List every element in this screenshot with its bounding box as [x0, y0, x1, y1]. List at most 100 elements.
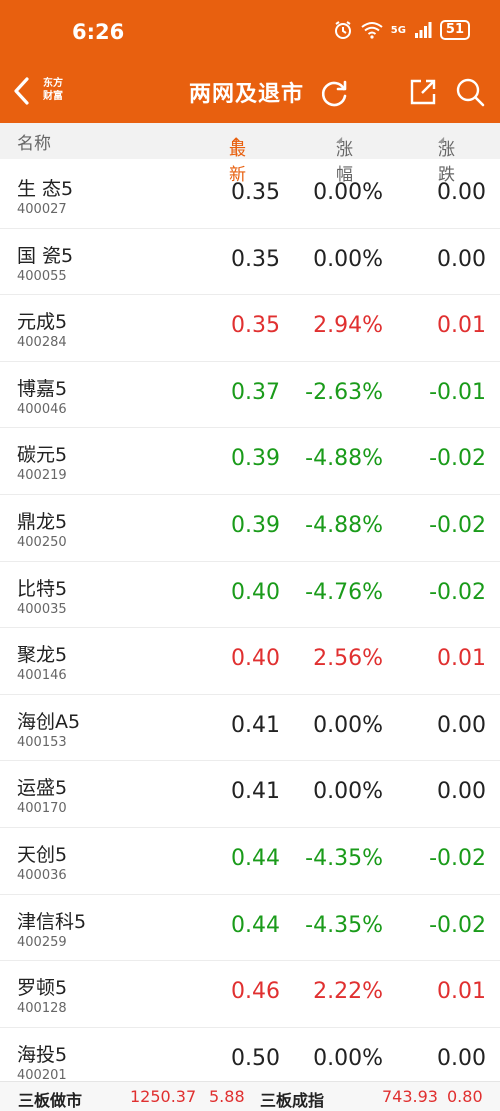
stock-code: 400027: [17, 202, 67, 217]
stock-row[interactable]: 元成5 400284 0.35 2.94% 0.01: [0, 295, 500, 362]
stock-name: 天创5: [17, 843, 68, 866]
stock-price: 0.39: [231, 512, 280, 538]
stock-row[interactable]: 鼎龙5 400250 0.39 -4.88% -0.02: [0, 495, 500, 562]
stock-change: 0.00: [437, 779, 486, 805]
stock-name: 罗顿5: [17, 977, 68, 1000]
stock-price: 0.50: [231, 1045, 280, 1071]
stock-change-percent: 0.00%: [313, 246, 383, 272]
sort-triangle-icon: ◢: [438, 135, 445, 144]
stock-price: 0.46: [231, 979, 280, 1005]
stock-row[interactable]: 海创A5 400153 0.41 0.00% 0.00: [0, 695, 500, 762]
stock-change: -0.02: [429, 912, 486, 938]
stock-row[interactable]: 罗顿5 400128 0.46 2.22% 0.01: [0, 961, 500, 1028]
stock-row[interactable]: 津信科5 400259 0.44 -4.35% -0.02: [0, 895, 500, 962]
sort-up-arrow-icon: ↑: [229, 135, 244, 155]
alarm-icon: [334, 21, 351, 39]
stock-price: 0.39: [231, 446, 280, 472]
stock-name: 津信科5: [17, 910, 87, 933]
stock-change: 0.01: [437, 313, 486, 339]
nav-bar: 东方 财富 两网及退市: [0, 62, 500, 123]
stock-code: 400250: [17, 534, 67, 550]
search-icon[interactable]: [455, 77, 485, 107]
sort-triangle-icon: ◢: [336, 135, 343, 144]
stock-code: 400170: [17, 801, 67, 817]
stock-change: 0.00: [437, 246, 486, 272]
stock-change-percent: -4.35%: [305, 912, 383, 938]
stock-change-percent: -4.35%: [305, 845, 383, 871]
stock-row[interactable]: 比特5 400035 0.40 -4.76% -0.02: [0, 562, 500, 629]
index-change: 5.88: [209, 1087, 245, 1106]
stock-code: 400146: [17, 668, 67, 684]
stock-name: 生 态5: [17, 178, 74, 200]
stock-price: 0.35: [231, 313, 280, 339]
stock-row[interactable]: 生 态5 400027 0.35 0.00% 0.00: [0, 162, 500, 229]
stock-row[interactable]: 博嘉5 400046 0.37 -2.63% -0.01: [0, 362, 500, 429]
index-ticker[interactable]: 三板做市 1250.37 5.88 三板成指 743.93 0.80: [0, 1081, 500, 1111]
battery-indicator: 51: [439, 20, 470, 40]
stock-code: 400259: [17, 934, 67, 950]
stock-name: 国 瓷5: [17, 244, 74, 267]
stock-change-percent: 2.56%: [313, 646, 383, 672]
stock-code: 400055: [17, 268, 67, 284]
stock-change-percent: 0.00%: [313, 712, 383, 738]
network-type: 5G: [390, 24, 406, 36]
stock-row[interactable]: 天创5 400036 0.44 -4.35% -0.02: [0, 828, 500, 895]
wifi-icon: [361, 22, 383, 39]
stock-price: 0.44: [231, 845, 280, 871]
stock-price: 0.37: [231, 379, 280, 405]
status-icons: 5G 51: [333, 20, 470, 40]
stock-change: -0.01: [429, 379, 486, 405]
stock-change-percent: -4.88%: [305, 446, 383, 472]
index-name: 三板成指: [260, 1091, 325, 1110]
stock-code: 400284: [17, 335, 67, 351]
stock-change: 0.00: [437, 180, 486, 205]
stock-price: 0.41: [231, 712, 280, 738]
stock-name: 海创A5: [17, 710, 81, 733]
index-value: 743.93: [382, 1087, 438, 1106]
stock-row[interactable]: 聚龙5 400146 0.40 2.56% 0.01: [0, 628, 500, 695]
stock-code: 400035: [17, 601, 67, 617]
stock-price: 0.35: [231, 180, 280, 205]
stock-name: 碳元5: [17, 444, 68, 467]
stock-name: 聚龙5: [17, 644, 68, 667]
stock-change: 0.00: [437, 1045, 486, 1071]
page-title: 两网及退市: [189, 82, 305, 107]
column-header: 名称 最新 ↑ 涨幅 ◢ 涨跌 ◢: [0, 123, 500, 185]
stock-row[interactable]: 国 瓷5 400055 0.35 0.00% 0.00: [0, 229, 500, 296]
stock-row[interactable]: 运盛5 400170 0.41 0.00% 0.00: [0, 761, 500, 828]
stock-name: 比特5: [17, 577, 68, 600]
stock-code: 400036: [17, 867, 67, 883]
stock-name: 元成5: [17, 311, 68, 334]
share-icon[interactable]: [408, 77, 438, 107]
brand-logo: 东方 财富: [43, 78, 63, 102]
stock-change-percent: 0.00%: [313, 1045, 383, 1071]
index-value: 1250.37: [130, 1087, 197, 1106]
stock-list: 生 态5 400027 0.35 0.00% 0.00 国 瓷5 400055 0.35 0.0…: [0, 162, 500, 1095]
signal-icon: [414, 22, 432, 38]
stock-change-percent: -4.88%: [305, 512, 383, 538]
stock-name: 运盛5: [17, 777, 68, 800]
refresh-icon[interactable]: [318, 78, 350, 110]
status-bar: 6:26 5G 51: [0, 0, 500, 62]
stock-code: 400046: [17, 401, 67, 417]
stock-name: 鼎龙5: [17, 510, 68, 533]
stock-change: 0.01: [437, 646, 486, 672]
stock-change: -0.02: [429, 845, 486, 871]
stock-price: 0.40: [231, 646, 280, 672]
stock-change: -0.02: [429, 446, 486, 472]
col-name[interactable]: 名称: [17, 129, 51, 154]
stock-change-percent: 2.94%: [313, 313, 383, 339]
stock-price: 0.44: [231, 912, 280, 938]
stock-change: -0.02: [429, 512, 486, 538]
stock-change: 0.01: [437, 979, 486, 1005]
stock-row[interactable]: 碳元5 400219 0.39 -4.88% -0.02: [0, 428, 500, 495]
stock-name: 海投5: [17, 1043, 68, 1066]
stock-change: 0.00: [437, 712, 486, 738]
stock-code: 400153: [17, 734, 67, 750]
back-arrow-icon[interactable]: [10, 76, 34, 106]
stock-change-percent: -4.76%: [305, 579, 383, 605]
status-time: 6:26: [72, 20, 125, 44]
stock-code: 400128: [17, 1001, 67, 1017]
stock-change: -0.02: [429, 579, 486, 605]
stock-code: 400219: [17, 468, 67, 484]
